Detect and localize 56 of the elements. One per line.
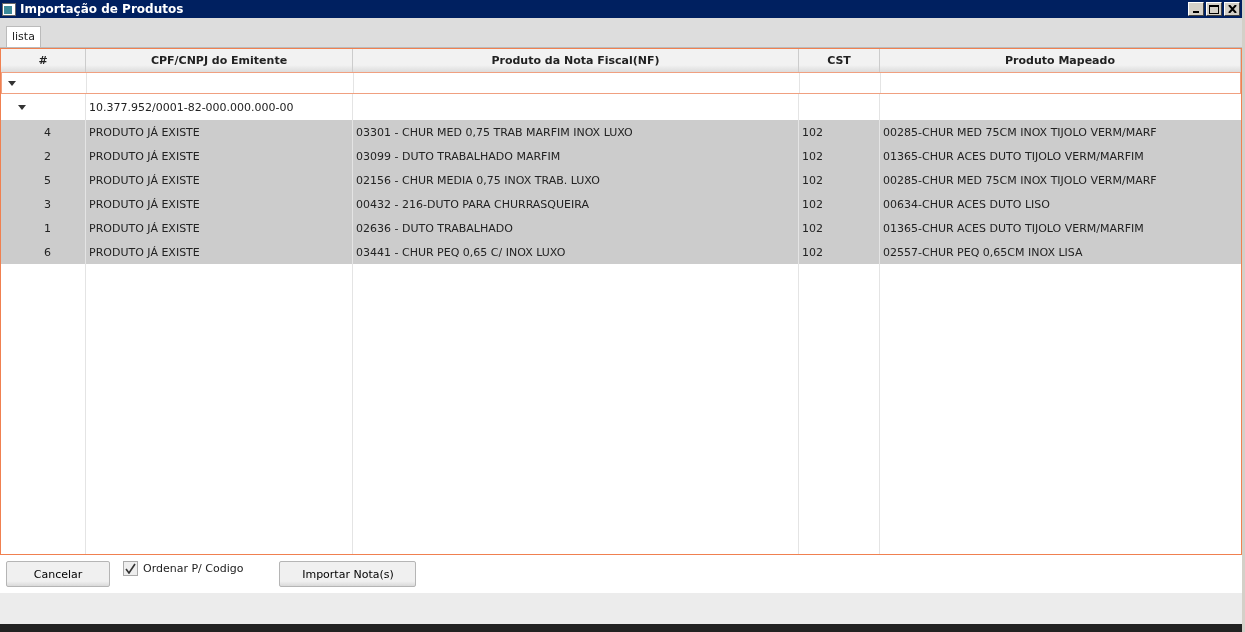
table-cell: PRODUTO JÁ EXISTE: [89, 197, 200, 211]
table-cell: 4: [44, 125, 51, 139]
table-row[interactable]: 6 PRODUTO JÁ EXISTE 03441 - CHUR PEQ 0,65 C/ INOX LUXO 102 02557-CHUR PEQ 0,65CM INOX LISA: [1, 240, 1241, 264]
table-cell: 03441 - CHUR PEQ 0,65 C/ INOX LUXO: [356, 245, 566, 259]
table-cell: 102: [802, 173, 823, 187]
maximize-icon: [1209, 4, 1219, 14]
close-button[interactable]: [1224, 2, 1240, 16]
table-cell: PRODUTO JÁ EXISTE: [89, 173, 200, 187]
table-row[interactable]: 5 PRODUTO JÁ EXISTE 02156 - CHUR MEDIA 0,75 INOX TRAB. LUXO 102 00285-CHUR MED 75CM INOX TIJOLO VERM/MARF: [1, 168, 1241, 192]
column-header[interactable]: #: [1, 49, 86, 72]
table-row[interactable]: 2 PRODUTO JÁ EXISTE 03099 - DUTO TRABALHADO MARFIM 102 01365-CHUR ACES DUTO TIJOLO VERM/MARFIM: [1, 144, 1241, 168]
cancel-button[interactable]: Cancelar: [6, 561, 110, 587]
column-header[interactable]: Produto Mapeado: [880, 49, 1241, 72]
table-cell: 01365-CHUR ACES DUTO TIJOLO VERM/MARFIM: [883, 221, 1144, 235]
table-cell: 2: [44, 149, 51, 163]
table-cell: 102: [802, 125, 823, 139]
checkbox[interactable]: [123, 561, 138, 576]
table-cell: 3: [44, 197, 51, 211]
column-header[interactable]: CPF/CNPJ do Emitente: [86, 49, 353, 72]
table-cell: 02156 - CHUR MEDIA 0,75 INOX TRAB. LUXO: [356, 173, 600, 187]
checkbox-label: Ordenar P/ Codigo: [143, 562, 244, 575]
table-cell: 102: [802, 149, 823, 163]
group-label: 10.377.952/0001-82-000.000.000-00: [89, 100, 294, 114]
import-button[interactable]: Importar Nota(s): [279, 561, 417, 587]
window-title: Importação de Produtos: [20, 2, 184, 16]
table-row[interactable]: 3 PRODUTO JÁ EXISTE 00432 - 216-DUTO PARA CHURRASQUEIRA 102 00634-CHUR ACES DUTO LISO: [1, 192, 1241, 216]
table-cell: 00285-CHUR MED 75CM INOX TIJOLO VERM/MARF: [883, 125, 1157, 139]
window-icon: [2, 2, 16, 16]
column-header[interactable]: Produto da Nota Fiscal(NF): [353, 49, 799, 72]
triangle-icon[interactable]: [18, 104, 26, 110]
triangle-icon[interactable]: [8, 80, 16, 86]
table-cell: 00432 - 216-DUTO PARA CHURRASQUEIRA: [356, 197, 589, 211]
table-cell: 00285-CHUR MED 75CM INOX TIJOLO VERM/MARF: [883, 173, 1157, 187]
table-cell: 03301 - CHUR MED 0,75 TRAB MARFIM INOX LUXO: [356, 125, 633, 139]
table-row[interactable]: 1 PRODUTO JÁ EXISTE 02636 - DUTO TRABALHADO 102 01365-CHUR ACES DUTO TIJOLO VERM/MARFIM: [1, 216, 1241, 240]
table-cell: 00634-CHUR ACES DUTO LISO: [883, 197, 1050, 211]
table-cell: 02636 - DUTO TRABALHADO: [356, 221, 513, 235]
tab[interactable]: lista: [6, 26, 41, 47]
table-cell: 03099 - DUTO TRABALHADO MARFIM: [356, 149, 561, 163]
maximize-button[interactable]: [1206, 2, 1222, 16]
table-row[interactable]: 4 PRODUTO JÁ EXISTE 03301 - CHUR MED 0,75 TRAB MARFIM INOX LUXO 102 00285-CHUR MED 75CM INOX TIJOLO VERM/MARF: [1, 120, 1241, 144]
table-cell: 6: [44, 245, 51, 259]
table-cell: 102: [802, 197, 823, 211]
close-icon: [1227, 5, 1237, 13]
table-cell: 1: [44, 221, 51, 235]
table-cell: 5: [44, 173, 51, 187]
table-cell: 02557-CHUR PEQ 0,65CM INOX LISA: [883, 245, 1083, 259]
table-cell: 01365-CHUR ACES DUTO TIJOLO VERM/MARFIM: [883, 149, 1144, 163]
table-cell: 102: [802, 245, 823, 259]
column-header[interactable]: CST: [799, 49, 880, 72]
table-cell: PRODUTO JÁ EXISTE: [89, 221, 200, 235]
table-cell: PRODUTO JÁ EXISTE: [89, 125, 200, 139]
table-cell: PRODUTO JÁ EXISTE: [89, 149, 200, 163]
table-cell: 102: [802, 221, 823, 235]
table-cell: PRODUTO JÁ EXISTE: [89, 245, 200, 259]
minimize-button[interactable]: [1188, 2, 1204, 16]
